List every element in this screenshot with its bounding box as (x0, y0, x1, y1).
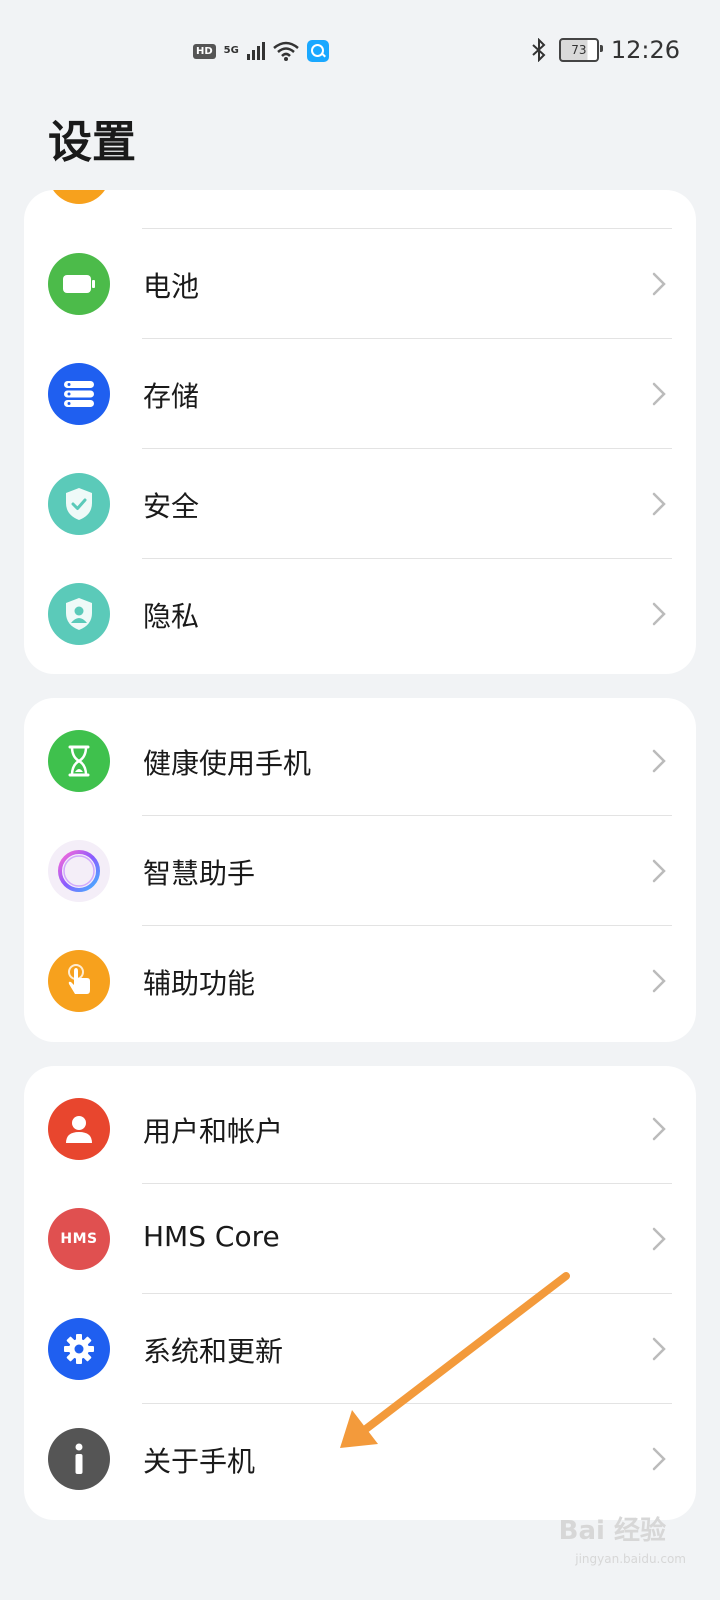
hourglass-icon (48, 730, 110, 792)
hd-voice-icon: HD (193, 43, 216, 59)
chevron-right-icon (652, 969, 666, 993)
status-left-icons: HD 5G (193, 40, 329, 62)
settings-item-label: 系统和更新 (143, 1335, 284, 1368)
status-right-icons: 73 12:26 (531, 36, 680, 64)
user-icon (48, 1098, 110, 1160)
settings-item-users-accounts[interactable]: 用户和帐户 (24, 1074, 696, 1184)
settings-group-1: 电池 存储 安全 隐私 (24, 190, 696, 674)
settings-item-privacy[interactable]: 隐私 (24, 559, 696, 669)
settings-item-label: 健康使用手机 (143, 747, 312, 780)
watermark-url: jingyan.baidu.com (575, 1552, 686, 1566)
battery-icon (48, 253, 110, 315)
settings-item-label: 用户和帐户 (143, 1115, 284, 1148)
settings-item-label: 关于手机 (143, 1445, 256, 1478)
scrolled-item-icon (48, 190, 110, 204)
settings-item-label: 辅助功能 (143, 967, 256, 1000)
chevron-right-icon (652, 382, 666, 406)
settings-group-2: 健康使用手机 智慧助手 辅助功能 (24, 698, 696, 1042)
search-app-icon (306, 40, 329, 62)
settings-item-label: 存储 (143, 380, 200, 413)
privacy-shield-icon (48, 583, 110, 645)
settings-item-label: 安全 (143, 490, 200, 523)
chevron-right-icon (652, 1337, 666, 1361)
clock: 12:26 (610, 36, 680, 64)
settings-item-battery[interactable]: 电池 (24, 229, 696, 339)
security-shield-icon (48, 473, 110, 535)
hms-core-icon: HMS (48, 1208, 110, 1270)
chevron-right-icon (652, 1447, 666, 1471)
settings-group-3: 用户和帐户 HMS HMS Core 系统和更新 关于手机 (24, 1066, 696, 1520)
hms-icon-text: HMS (60, 1231, 98, 1247)
info-icon (48, 1428, 110, 1490)
settings-item-storage[interactable]: 存储 (24, 339, 696, 449)
assistant-ring-icon (48, 840, 110, 902)
chevron-right-icon (652, 492, 666, 516)
storage-icon (48, 363, 110, 425)
settings-item-label: 电池 (143, 270, 200, 303)
settings-item-about-phone[interactable]: 关于手机 (24, 1404, 696, 1514)
settings-item-system-update[interactable]: 系统和更新 (24, 1294, 696, 1404)
signal-strength-icon (246, 42, 265, 60)
settings-item-label: 隐私 (143, 600, 200, 633)
battery-level-icon: 73 (558, 38, 603, 62)
chevron-right-icon (652, 1117, 666, 1141)
chevron-right-icon (652, 1227, 666, 1251)
settings-item-label: HMS Core (143, 1220, 280, 1253)
settings-item-security[interactable]: 安全 (24, 449, 696, 559)
status-bar: HD 5G 73 12:26 (0, 0, 720, 104)
chevron-right-icon (652, 272, 666, 296)
settings-item-hms-core[interactable]: HMS HMS Core (24, 1184, 696, 1294)
settings-item-smart-assistant[interactable]: 智慧助手 (24, 816, 696, 926)
bluetooth-icon (532, 38, 546, 62)
page-title: 设置 (48, 117, 136, 168)
network-type-label: 5G (223, 45, 239, 56)
wifi-icon (273, 41, 299, 61)
settings-item-label: 智慧助手 (143, 857, 256, 890)
chevron-right-icon (652, 749, 666, 773)
chevron-right-icon (652, 602, 666, 626)
chevron-right-icon (652, 859, 666, 883)
gear-icon (48, 1318, 110, 1380)
hand-touch-icon (48, 950, 110, 1012)
settings-item-accessibility[interactable]: 辅助功能 (24, 926, 696, 1036)
settings-item-digital-balance[interactable]: 健康使用手机 (24, 706, 696, 816)
watermark-logo: Bai 经验 (558, 1516, 666, 1546)
